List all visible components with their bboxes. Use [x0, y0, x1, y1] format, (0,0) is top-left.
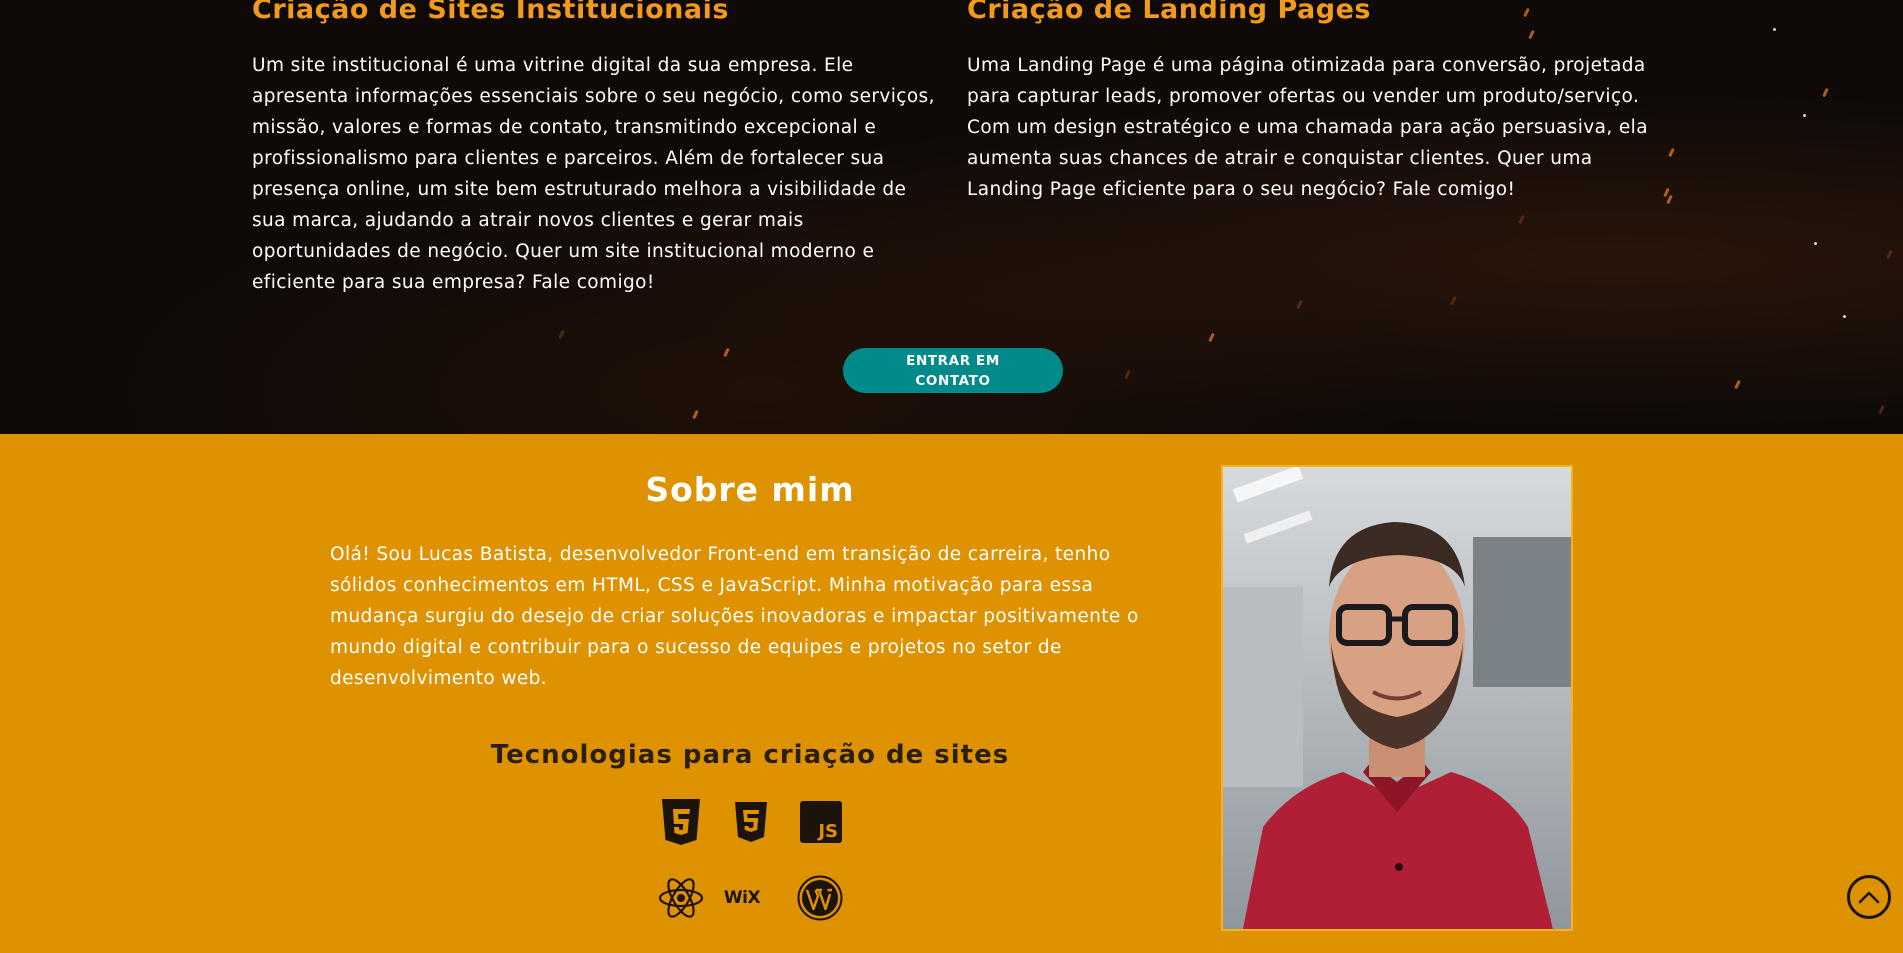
wordpress-icon: [796, 874, 844, 922]
institutional-sites-text: Um site institucional é uma vitrine digi…: [252, 55, 935, 293]
landing-pages-title: Criação de Landing Pages: [967, 0, 1371, 25]
contact-button[interactable]: ENTRAR EM CONTATO: [843, 348, 1063, 393]
profile-photo: [1221, 465, 1573, 931]
scroll-to-top-button[interactable]: [1847, 875, 1891, 919]
react-icon: [656, 874, 706, 922]
about-title: Sobre mim: [645, 470, 855, 509]
html5-icon: [658, 797, 704, 847]
about-section: Sobre mim Olá! Sou Lucas Batista, desenv…: [0, 434, 1903, 953]
about-bio: Olá! Sou Lucas Batista, desenvolvedor Fr…: [330, 544, 1139, 689]
landing-pages-text: Uma Landing Page é uma página otimizada …: [967, 55, 1648, 200]
services-section: Criação de Sites Institucionais Um site …: [0, 0, 1903, 434]
wix-label: WiX: [723, 888, 761, 908]
css3-icon: [729, 799, 773, 845]
wix-icon: WiX: [722, 880, 762, 916]
chevron-up-icon: [1858, 891, 1880, 904]
technologies-title: Tecnologias para criação de sites: [490, 740, 1010, 770]
institutional-sites-card: Criação de Sites Institucionais Um site …: [252, 0, 936, 298]
landing-pages-card: Criação de Landing Pages Uma Landing Pag…: [967, 0, 1651, 205]
institutional-sites-title: Criação de Sites Institucionais: [252, 0, 729, 25]
javascript-icon: JS: [799, 800, 843, 844]
js-label: JS: [818, 821, 838, 842]
